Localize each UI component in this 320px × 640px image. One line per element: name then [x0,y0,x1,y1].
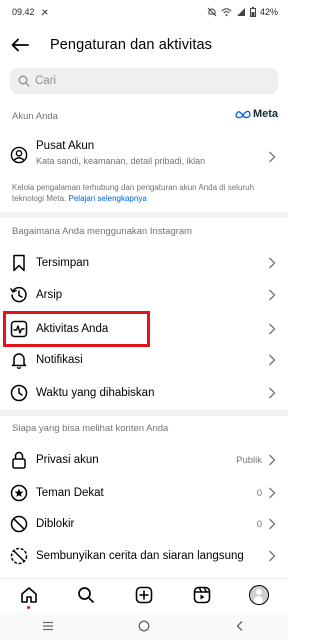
tab-home[interactable] [9,579,49,611]
back-icon [236,621,243,631]
archive-icon [10,286,28,304]
menu-item-label: Teman Dekat [36,487,104,499]
menu-item-value: 0 [256,487,262,499]
chevron-right-icon [268,518,276,530]
recents-button[interactable] [28,614,68,638]
section-label-usage: Bagaimana Anda menggunakan Instagram [12,226,193,237]
arrow-left-icon [11,38,29,52]
signal-icon [236,7,246,17]
chevron-right-icon [268,550,276,562]
chevron-right-icon [268,150,276,163]
search-placeholder: Cari [35,75,57,87]
chevron-right-icon [268,323,276,335]
lock-icon [10,451,28,469]
meta-logo: Meta [235,108,278,120]
menu-item-close-friends[interactable]: Teman Dekat 0 [0,477,288,509]
status-bar: 09.42 42% [0,0,288,24]
account-info-text: Kelola pengalaman terhubung dan pengatur… [12,182,278,204]
back-button[interactable] [0,26,40,64]
menu-item-label: Privasi akun [36,454,99,466]
battery-level: 42% [259,7,278,17]
menu-item-label: Diblokir [36,518,75,530]
back-nav-button[interactable] [220,614,260,638]
menu-item-label: Sembunyikan cerita dan siaran langsung [36,550,244,562]
bell-icon [10,351,28,369]
menu-item-archive[interactable]: Arsip [0,279,288,311]
menu-item-value: Publik [236,454,262,466]
meta-brand-text: Meta [252,108,278,120]
chevron-right-icon [268,454,276,466]
menu-item-account-privacy[interactable]: Privasi akun Publik [0,444,288,476]
highlight-box [3,311,150,347]
recents-icon [43,621,53,631]
section-label-visibility: Siapa yang bisa melihat konten Anda [12,423,169,434]
hide-story-icon [10,547,28,565]
meta-infinity-icon [235,110,251,119]
home-nav-button[interactable] [124,614,164,638]
clock-icon [10,384,28,402]
profile-avatar [249,584,270,605]
section-divider [0,212,288,218]
menu-item-notifications[interactable]: Notifikasi [0,344,288,376]
menu-item-blocked[interactable]: Diblokir 0 [0,508,288,540]
menu-item-label: Tersimpan [36,257,90,269]
system-nav-bar [0,612,288,640]
top-header: Pengaturan dan aktivitas [0,26,288,64]
create-icon [135,586,153,603]
chevron-right-icon [268,387,276,399]
account-circle-icon [10,146,28,164]
notification-dot [27,605,31,609]
home-circle-icon [138,620,150,632]
chevron-right-icon [268,257,276,269]
battery-icon [249,7,256,17]
accounts-center-subtitle: Kata sandi, keamanan, detail pribadi, ik… [36,156,206,166]
menu-item-label: Arsip [36,289,63,301]
accounts-center-row[interactable]: Pusat Akun Kata sandi, keamanan, detail … [0,136,288,176]
section-label-account: Akun Anda [12,111,58,122]
bottom-tab-bar [0,578,288,610]
star-icon [10,484,28,502]
tab-profile[interactable] [239,579,279,611]
bookmark-icon [10,254,28,272]
menu-item-label: Waktu yang dihabiskan [36,387,155,399]
chevron-right-icon [268,487,276,499]
menu-item-saved[interactable]: Tersimpan [0,247,288,279]
search-icon [18,75,30,87]
section-divider [0,410,288,416]
wifi-icon [221,7,232,17]
menu-item-label: Notifikasi [36,354,83,366]
mute-icon [207,7,217,17]
menu-item-time-spent[interactable]: Waktu yang dihabiskan [0,377,288,409]
tab-search[interactable] [66,579,106,611]
signal-slash-icon [40,8,49,17]
chevron-right-icon [268,354,276,366]
chevron-right-icon [268,289,276,301]
menu-item-value: 0 [256,518,262,530]
page-title: Pengaturan dan aktivitas [50,37,213,53]
block-icon [10,515,28,533]
search-input[interactable]: Cari [10,68,278,94]
search-icon [78,586,95,603]
home-icon [20,586,37,603]
menu-item-hide-story[interactable]: Sembunyikan cerita dan siaran langsung [0,540,288,572]
reels-icon [193,586,210,603]
tab-create[interactable] [124,579,164,611]
tab-reels[interactable] [182,579,222,611]
accounts-center-title: Pusat Akun [36,140,95,152]
learn-more-link[interactable]: Pelajari selengkapnya [69,194,147,203]
status-time: 09.42 [12,7,35,17]
